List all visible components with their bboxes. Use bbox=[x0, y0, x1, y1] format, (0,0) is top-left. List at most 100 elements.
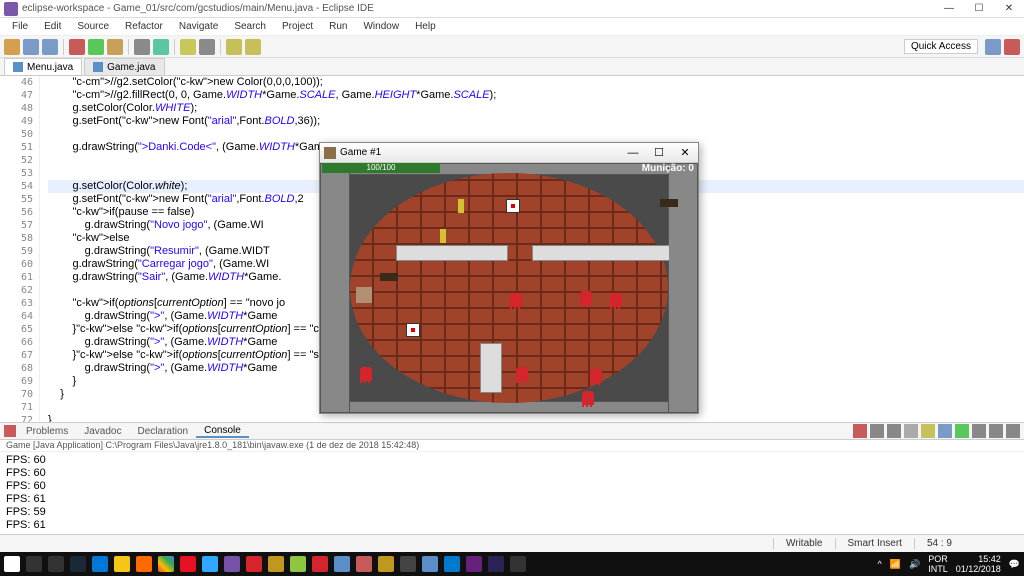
game-canvas[interactable]: 100/100 Munição: 0 bbox=[320, 163, 698, 413]
menu-edit[interactable]: Edit bbox=[36, 21, 69, 32]
save-all-icon[interactable] bbox=[42, 39, 58, 55]
terminate-icon[interactable] bbox=[853, 424, 867, 438]
remove-all-icon[interactable] bbox=[887, 424, 901, 438]
menu-navigate[interactable]: Navigate bbox=[171, 21, 226, 32]
ammo-counter: Munição: 0 bbox=[642, 163, 694, 174]
run-icon[interactable] bbox=[88, 39, 104, 55]
console-header: Game [Java Application] C:\Program Files… bbox=[0, 440, 1024, 452]
perspective-java-icon[interactable] bbox=[985, 39, 1001, 55]
new-icon[interactable] bbox=[4, 39, 20, 55]
separator bbox=[128, 39, 129, 55]
search-icon[interactable] bbox=[26, 556, 42, 572]
windows-taskbar[interactable]: ^ 📶 🔊 POR INTL 15:42 01/12/2018 💬 bbox=[0, 552, 1024, 576]
game-minimize-button[interactable]: — bbox=[620, 144, 646, 162]
tray-volume-icon[interactable]: 🔊 bbox=[909, 559, 920, 570]
new-class-icon[interactable] bbox=[153, 39, 169, 55]
close-button[interactable]: ✕ bbox=[994, 0, 1024, 18]
enemy bbox=[510, 293, 522, 307]
firefox-icon[interactable] bbox=[136, 556, 152, 572]
app-icon[interactable] bbox=[356, 556, 372, 572]
taskview-icon[interactable] bbox=[48, 556, 64, 572]
game-close-button[interactable]: ✕ bbox=[672, 144, 698, 162]
tab-problems[interactable]: Problems bbox=[18, 426, 76, 437]
game-window[interactable]: Game #1 — ☐ ✕ 100 bbox=[319, 142, 699, 414]
game-titlebar[interactable]: Game #1 — ☐ ✕ bbox=[320, 143, 698, 163]
enemy bbox=[360, 367, 372, 381]
tray-chevron-icon[interactable]: ^ bbox=[878, 559, 882, 569]
enemy bbox=[590, 369, 602, 383]
tray-notifications-icon[interactable]: 💬 bbox=[1009, 559, 1020, 570]
java-file-icon bbox=[93, 62, 103, 72]
separator bbox=[174, 39, 175, 55]
pin-console-icon[interactable] bbox=[938, 424, 952, 438]
game-window-buttons: — ☐ ✕ bbox=[620, 144, 698, 162]
max-icon[interactable] bbox=[1006, 424, 1020, 438]
app-icon[interactable] bbox=[510, 556, 526, 572]
app-icon[interactable] bbox=[422, 556, 438, 572]
remove-launch-icon[interactable] bbox=[870, 424, 884, 438]
tab-console[interactable]: Console bbox=[196, 425, 249, 438]
menu-window[interactable]: Window bbox=[355, 21, 407, 32]
menu-help[interactable]: Help bbox=[407, 21, 444, 32]
app-icon[interactable] bbox=[334, 556, 350, 572]
start-icon[interactable] bbox=[4, 556, 20, 572]
tray-network-icon[interactable]: 📶 bbox=[890, 559, 901, 570]
app-icon[interactable] bbox=[378, 556, 394, 572]
opera-icon[interactable] bbox=[180, 556, 196, 572]
platform-tile bbox=[480, 343, 502, 393]
open-type-icon[interactable] bbox=[180, 39, 196, 55]
tray-clock[interactable]: 15:42 01/12/2018 bbox=[956, 554, 1001, 574]
menu-file[interactable]: File bbox=[4, 21, 36, 32]
search-icon[interactable] bbox=[199, 39, 215, 55]
edge-icon[interactable] bbox=[92, 556, 108, 572]
clear-console-icon[interactable] bbox=[904, 424, 918, 438]
vs-icon[interactable] bbox=[466, 556, 482, 572]
photoshop-icon[interactable] bbox=[202, 556, 218, 572]
app-icon[interactable] bbox=[268, 556, 284, 572]
menu-refactor[interactable]: Refactor bbox=[117, 21, 171, 32]
menu-project[interactable]: Project bbox=[274, 21, 321, 32]
open-console-icon[interactable] bbox=[972, 424, 986, 438]
quick-access[interactable]: Quick Access bbox=[904, 39, 978, 54]
hp-bar: 100/100 bbox=[322, 163, 440, 173]
eclipse-taskbar-icon[interactable] bbox=[488, 556, 504, 572]
steam-icon[interactable] bbox=[70, 556, 86, 572]
platform-tile bbox=[396, 245, 508, 261]
display-console-icon[interactable] bbox=[955, 424, 969, 438]
tray-language[interactable]: POR INTL bbox=[928, 554, 948, 574]
filezilla-icon[interactable] bbox=[246, 556, 262, 572]
min-icon[interactable] bbox=[989, 424, 1003, 438]
menu-search[interactable]: Search bbox=[226, 21, 274, 32]
tab-game-java[interactable]: Game.java bbox=[84, 58, 164, 75]
perspective-debug-icon[interactable] bbox=[1004, 39, 1020, 55]
unity-icon[interactable] bbox=[400, 556, 416, 572]
app-icon[interactable] bbox=[290, 556, 306, 572]
menu-run[interactable]: Run bbox=[321, 21, 355, 32]
editor-tabbar: Menu.java Game.java bbox=[0, 58, 1024, 76]
coverage-icon[interactable] bbox=[107, 39, 123, 55]
status-insert: Smart Insert bbox=[835, 538, 914, 549]
window-buttons: — ☐ ✕ bbox=[934, 0, 1024, 18]
console-output[interactable]: FPS: 60FPS: 60FPS: 60FPS: 61FPS: 59FPS: … bbox=[0, 452, 1024, 534]
tab-declaration[interactable]: Declaration bbox=[130, 426, 197, 437]
tab-menu-java[interactable]: Menu.java bbox=[4, 58, 82, 75]
app-icon[interactable] bbox=[312, 556, 328, 572]
chrome-icon[interactable] bbox=[158, 556, 174, 572]
debug-icon[interactable] bbox=[69, 39, 85, 55]
app-icon[interactable] bbox=[224, 556, 240, 572]
explorer-icon[interactable] bbox=[114, 556, 130, 572]
menu-source[interactable]: Source bbox=[69, 21, 117, 32]
new-package-icon[interactable] bbox=[134, 39, 150, 55]
system-tray[interactable]: ^ 📶 🔊 POR INTL 15:42 01/12/2018 💬 bbox=[878, 554, 1020, 574]
minimize-button[interactable]: — bbox=[934, 0, 964, 18]
problems-tab-icon bbox=[4, 425, 16, 437]
save-icon[interactable] bbox=[23, 39, 39, 55]
item-box bbox=[406, 323, 420, 337]
scroll-lock-icon[interactable] bbox=[921, 424, 935, 438]
forward-icon[interactable] bbox=[245, 39, 261, 55]
vscode-icon[interactable] bbox=[444, 556, 460, 572]
maximize-button[interactable]: ☐ bbox=[964, 0, 994, 18]
tab-javadoc[interactable]: Javadoc bbox=[76, 426, 129, 437]
game-maximize-button[interactable]: ☐ bbox=[646, 144, 672, 162]
back-icon[interactable] bbox=[226, 39, 242, 55]
